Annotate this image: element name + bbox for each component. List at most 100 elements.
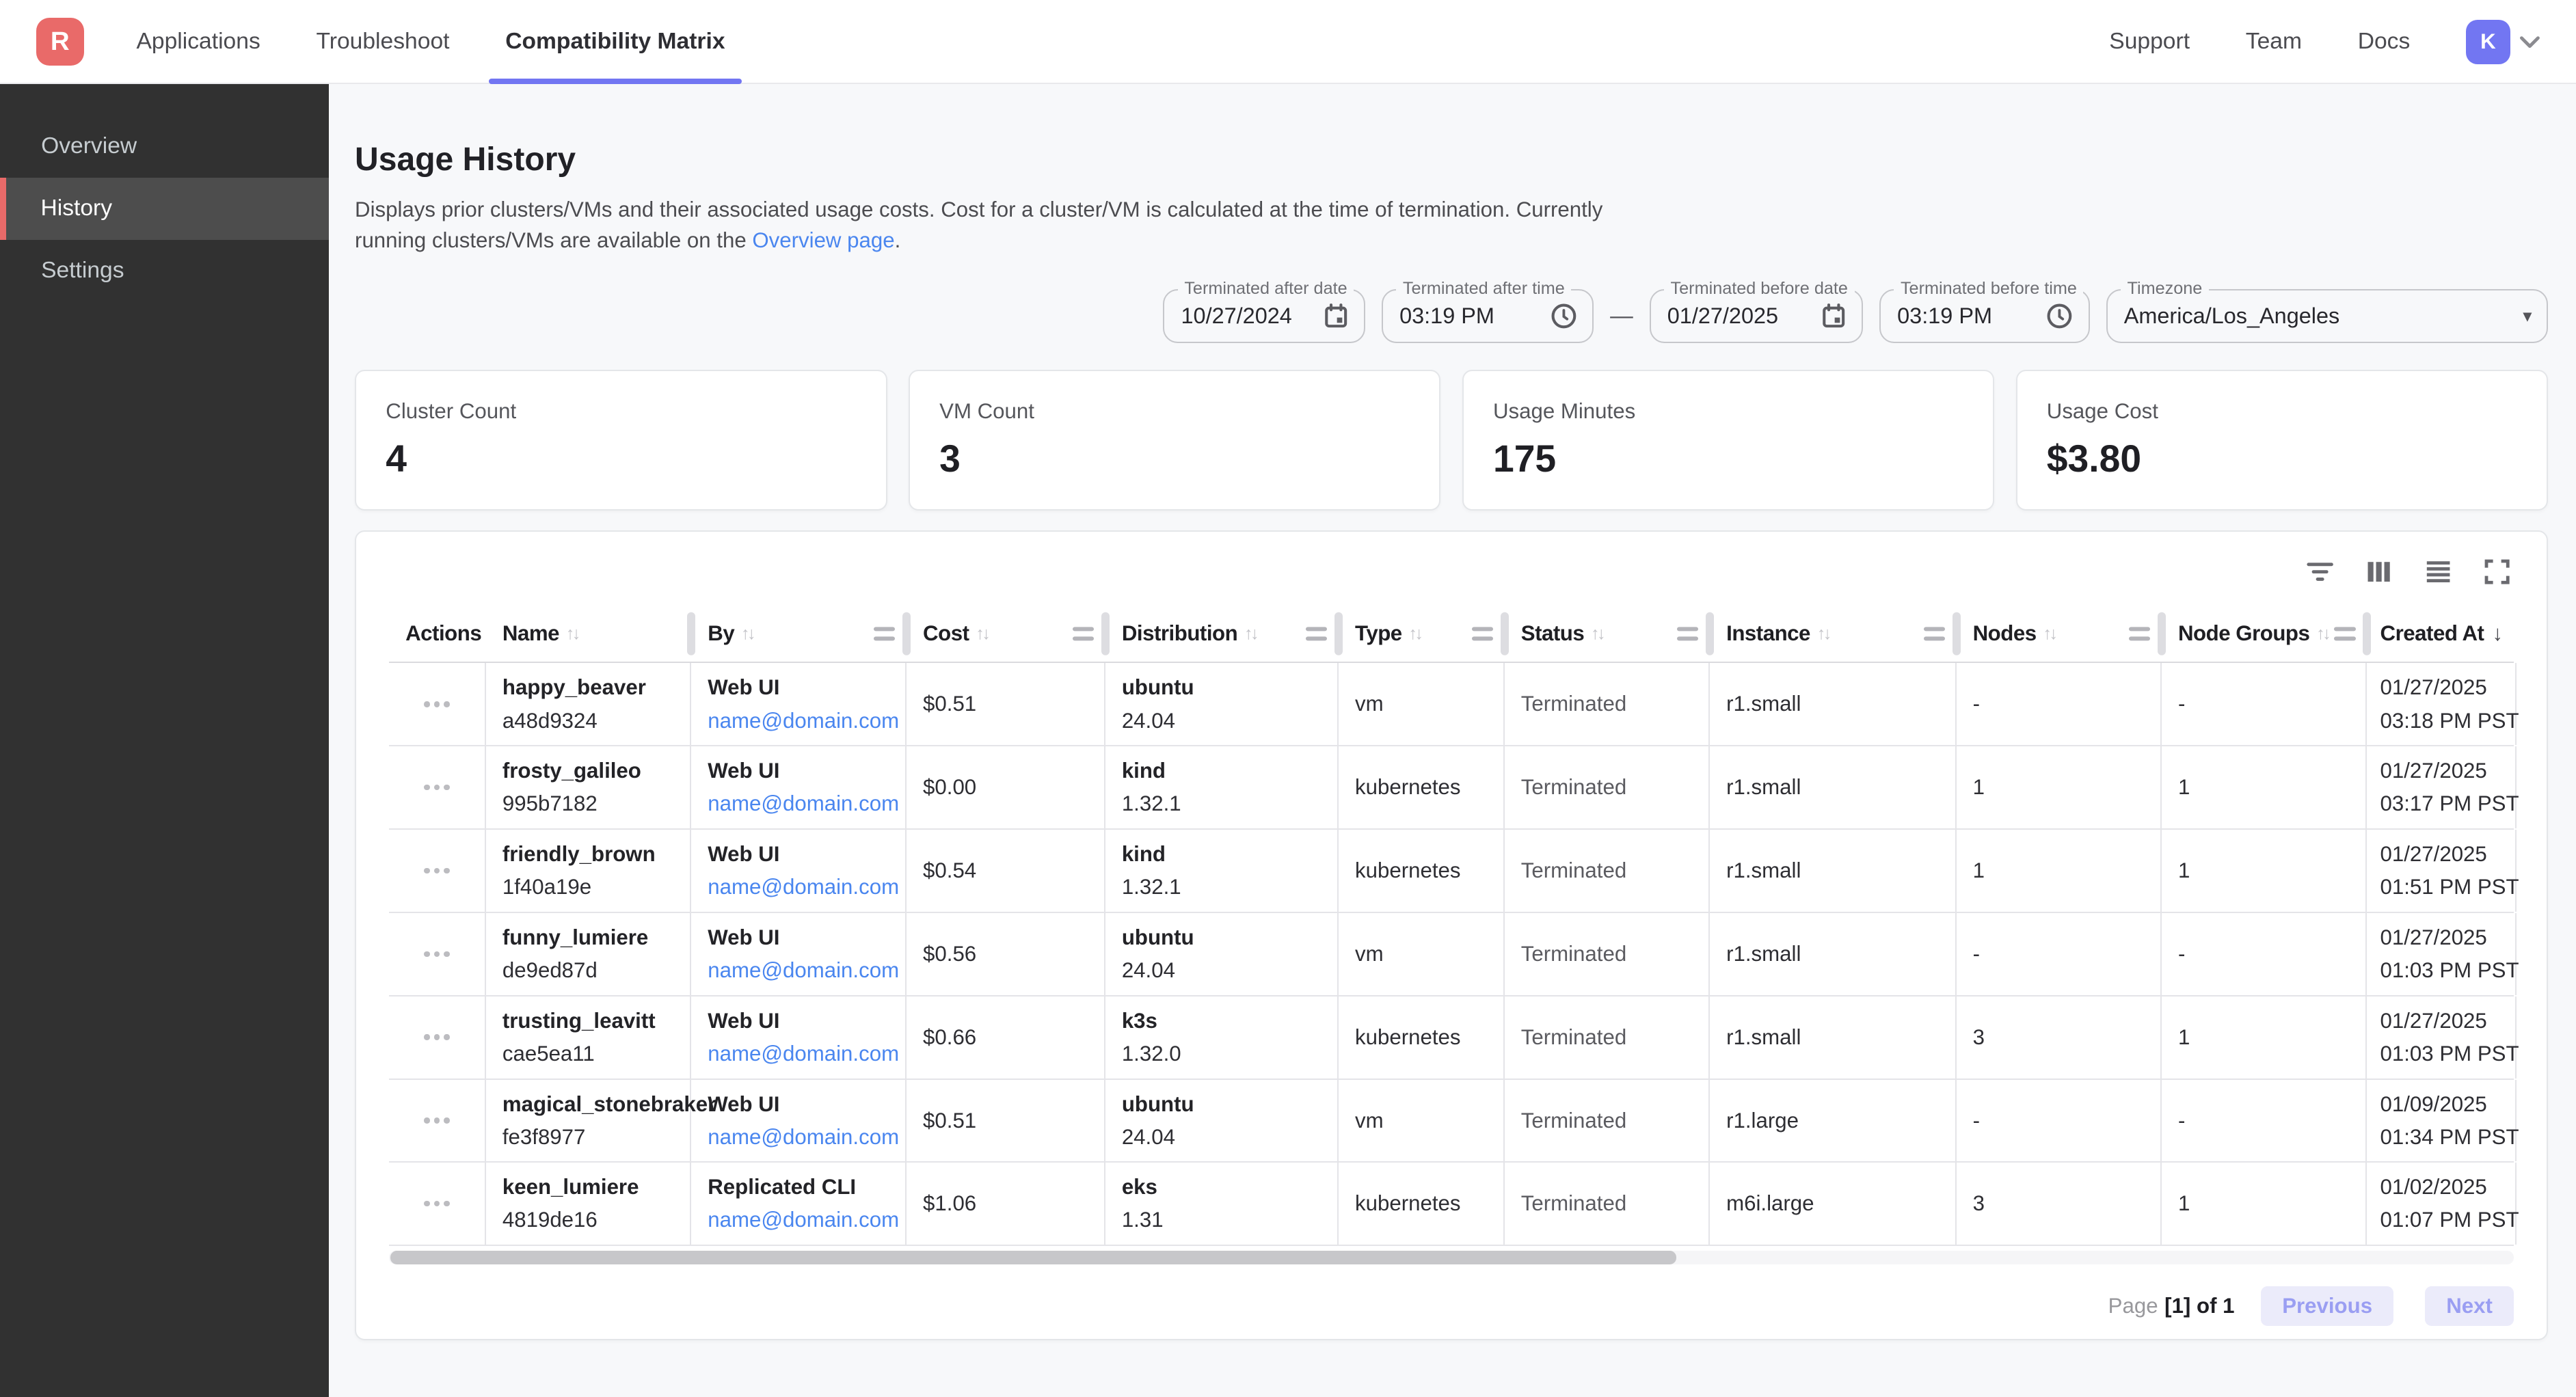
sidebar-item-history[interactable]: History bbox=[0, 178, 329, 240]
calendar-icon[interactable] bbox=[1821, 303, 1847, 329]
column-resize-handle[interactable] bbox=[1306, 627, 1327, 640]
columns-icon[interactable] bbox=[2363, 556, 2396, 588]
previous-page-button[interactable]: Previous bbox=[2261, 1286, 2393, 1326]
terminated-after-time-value[interactable]: 03:19 PM bbox=[1399, 303, 1536, 329]
filter-icon[interactable] bbox=[2304, 556, 2337, 588]
creator-email-link[interactable]: name@domain.com bbox=[708, 792, 905, 815]
team-link[interactable]: Team bbox=[2246, 29, 2302, 55]
terminated-before-date-field[interactable]: Terminated before date 01/27/2025 bbox=[1650, 289, 1863, 343]
table-header-row: Actions Name ↑↓ By ↑↓ Cost ↑↓ bbox=[389, 606, 2514, 663]
cluster-name: happy_beaver bbox=[502, 676, 690, 699]
clock-icon[interactable] bbox=[1550, 302, 1578, 330]
cost-value: $0.54 bbox=[923, 859, 1104, 882]
table-row: happy_beavera48d9324 Web UIname@domain.c… bbox=[389, 663, 2514, 746]
sidebar-item-overview[interactable]: Overview bbox=[0, 115, 329, 177]
sidebar-item-settings[interactable]: Settings bbox=[0, 240, 329, 302]
created-by: Web UI bbox=[708, 759, 905, 783]
clock-icon[interactable] bbox=[2045, 302, 2074, 330]
instance-value: r1.large bbox=[1726, 1109, 1955, 1132]
creator-email-link[interactable]: name@domain.com bbox=[708, 876, 905, 899]
horizontal-scrollbar[interactable] bbox=[389, 1251, 2514, 1264]
created-by: Replicated CLI bbox=[708, 1176, 905, 1199]
stat-label: Usage Cost bbox=[2047, 399, 2517, 424]
timezone-select[interactable]: Timezone America/Los_Angeles ▾ bbox=[2106, 289, 2548, 343]
column-resize-handle[interactable] bbox=[874, 627, 895, 640]
sort-icon[interactable]: ↑↓ bbox=[976, 624, 988, 644]
support-link[interactable]: Support bbox=[2109, 29, 2190, 55]
row-actions-ellipsis-icon[interactable] bbox=[405, 684, 468, 724]
column-resize-handle[interactable] bbox=[1472, 627, 1493, 640]
terminated-before-time-value[interactable]: 03:19 PM bbox=[1897, 303, 2032, 329]
docs-link[interactable]: Docs bbox=[2358, 29, 2411, 55]
column-resize-handle[interactable] bbox=[1677, 627, 1698, 640]
sort-icon[interactable]: ↑↓ bbox=[741, 624, 753, 644]
creator-email-link[interactable]: name@domain.com bbox=[708, 1208, 905, 1232]
created-time: 01:34 PM PST bbox=[2380, 1126, 2515, 1149]
row-actions-ellipsis-icon[interactable] bbox=[405, 934, 468, 974]
terminated-after-time-field[interactable]: Terminated after time 03:19 PM bbox=[1382, 289, 1594, 343]
sort-icon[interactable]: ↑↓ bbox=[1591, 624, 1603, 644]
replicated-logo[interactable]: R bbox=[36, 18, 84, 66]
column-header-distribution[interactable]: Distribution ↑↓ bbox=[1105, 606, 1339, 662]
sort-icon[interactable]: ↑↓ bbox=[1408, 624, 1421, 644]
distribution-version: 1.32.1 bbox=[1122, 876, 1337, 899]
created-date: 01/27/2025 bbox=[2380, 843, 2515, 866]
dropdown-caret-icon[interactable]: ▾ bbox=[2523, 306, 2532, 327]
row-actions-ellipsis-icon[interactable] bbox=[405, 1018, 468, 1057]
fullscreen-icon[interactable] bbox=[2481, 556, 2514, 588]
terminated-after-date-field[interactable]: Terminated after date 10/27/2024 bbox=[1163, 289, 1365, 343]
overview-page-link[interactable]: Overview page bbox=[752, 228, 894, 252]
sort-descending-icon[interactable]: ↓ bbox=[2492, 621, 2503, 646]
column-resize-handle[interactable] bbox=[2129, 627, 2150, 640]
row-actions-ellipsis-icon[interactable] bbox=[405, 768, 468, 807]
sort-icon[interactable]: ↑↓ bbox=[566, 624, 578, 644]
nodes-value: - bbox=[1973, 1109, 2160, 1132]
terminated-after-date-value[interactable]: 10/27/2024 bbox=[1181, 303, 1310, 329]
column-header-type[interactable]: Type ↑↓ bbox=[1339, 606, 1505, 662]
column-header-created-at[interactable]: Created At ↓ bbox=[2367, 606, 2517, 662]
column-header-cost[interactable]: Cost ↑↓ bbox=[907, 606, 1105, 662]
column-separator bbox=[1953, 612, 1961, 655]
table-body: happy_beavera48d9324 Web UIname@domain.c… bbox=[389, 663, 2514, 1246]
row-actions-ellipsis-icon[interactable] bbox=[405, 851, 468, 891]
scrollbar-thumb[interactable] bbox=[390, 1251, 1676, 1264]
user-avatar[interactable]: K bbox=[2466, 20, 2510, 64]
creator-email-link[interactable]: name@domain.com bbox=[708, 959, 905, 982]
column-header-by[interactable]: By ↑↓ bbox=[691, 606, 907, 662]
row-actions-ellipsis-icon[interactable] bbox=[405, 1184, 468, 1223]
column-header-status[interactable]: Status ↑↓ bbox=[1505, 606, 1710, 662]
column-header-actions: Actions bbox=[389, 606, 486, 662]
column-header-name[interactable]: Name ↑↓ bbox=[486, 606, 691, 662]
node-groups-value: 1 bbox=[2178, 776, 2365, 799]
column-resize-handle[interactable] bbox=[1924, 627, 1945, 640]
terminated-before-date-value[interactable]: 01/27/2025 bbox=[1667, 303, 1808, 329]
next-page-button[interactable]: Next bbox=[2425, 1286, 2514, 1326]
sort-icon[interactable]: ↑↓ bbox=[2043, 624, 2055, 644]
type-value: kubernetes bbox=[1355, 859, 1503, 882]
tab-compatibility-matrix[interactable]: Compatibility Matrix bbox=[505, 0, 725, 84]
column-resize-handle[interactable] bbox=[1073, 627, 1094, 640]
account-chevron-down-icon[interactable] bbox=[2520, 36, 2540, 49]
timezone-value[interactable]: America/Los_Angeles bbox=[2124, 303, 2510, 329]
calendar-icon[interactable] bbox=[1323, 303, 1349, 329]
column-header-instance[interactable]: Instance ↑↓ bbox=[1710, 606, 1956, 662]
tab-troubleshoot[interactable]: Troubleshoot bbox=[316, 0, 449, 84]
column-resize-handle[interactable] bbox=[2334, 627, 2355, 640]
column-header-node-groups[interactable]: Node Groups ↑↓ bbox=[2162, 606, 2367, 662]
creator-email-link[interactable]: name@domain.com bbox=[708, 1126, 905, 1149]
column-header-nodes[interactable]: Nodes ↑↓ bbox=[1957, 606, 2162, 662]
sort-icon[interactable]: ↑↓ bbox=[1244, 624, 1257, 644]
stat-card-usage-cost: Usage Cost $3.80 bbox=[2016, 370, 2549, 511]
created-by: Web UI bbox=[708, 843, 905, 866]
column-separator bbox=[1501, 612, 1509, 655]
creator-email-link[interactable]: name@domain.com bbox=[708, 1042, 905, 1066]
sort-icon[interactable]: ↑↓ bbox=[2316, 624, 2329, 644]
sort-icon[interactable]: ↑↓ bbox=[1817, 624, 1829, 644]
tab-applications[interactable]: Applications bbox=[136, 0, 260, 84]
row-actions-ellipsis-icon[interactable] bbox=[405, 1101, 468, 1141]
creator-email-link[interactable]: name@domain.com bbox=[708, 709, 905, 733]
terminated-before-time-field[interactable]: Terminated before time 03:19 PM bbox=[1879, 289, 2090, 343]
cluster-name: funny_lumiere bbox=[502, 926, 690, 949]
created-time: 01:07 PM PST bbox=[2380, 1208, 2515, 1232]
density-icon[interactable] bbox=[2422, 556, 2455, 588]
